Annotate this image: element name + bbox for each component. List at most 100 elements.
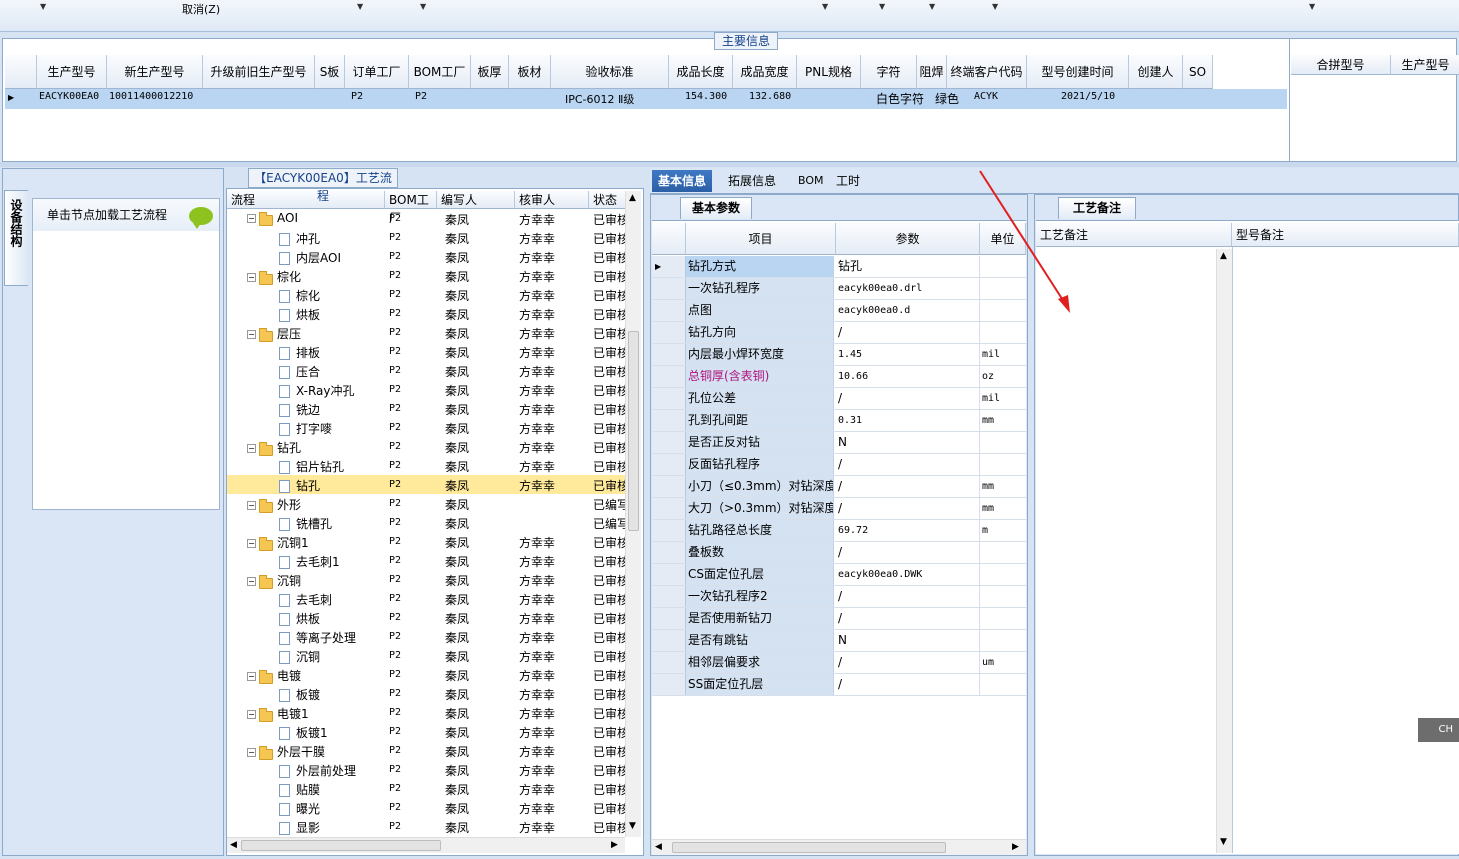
param-row[interactable]: 孔位公差 / mil: [652, 388, 1026, 410]
column-header[interactable]: 终端客户代码: [947, 55, 1027, 89]
row-header[interactable]: [652, 344, 686, 365]
param-value[interactable]: /: [836, 476, 980, 497]
column-header[interactable]: 成品长度: [669, 55, 733, 89]
row-header[interactable]: [652, 432, 686, 453]
scroll-left-icon[interactable]: ◀: [655, 842, 662, 852]
tab-basic-info[interactable]: 基本信息: [652, 170, 713, 192]
row-header[interactable]: [652, 388, 686, 409]
tree-node[interactable]: 压合 P2 秦凤 方幸幸 已审核: [227, 361, 627, 380]
tree-node[interactable]: 曝光 P2 秦凤 方幸幸 已审核: [227, 798, 627, 817]
tree-node[interactable]: 贴膜 P2 秦凤 方幸幸 已审核: [227, 779, 627, 798]
param-row[interactable]: 大刀（>0.3mm）对钻深度 / mm: [652, 498, 1026, 520]
scroll-right-icon[interactable]: ▶: [611, 840, 618, 850]
param-row[interactable]: 是否有跳钻 N: [652, 630, 1026, 652]
row-header[interactable]: [652, 366, 686, 387]
tree-node[interactable]: − 外形 P2 秦凤 已编写: [227, 494, 627, 513]
row-header[interactable]: [652, 674, 686, 695]
param-value[interactable]: N: [836, 630, 980, 651]
param-value[interactable]: /: [836, 608, 980, 629]
row-header[interactable]: [652, 476, 686, 497]
column-header[interactable]: S板: [315, 55, 345, 89]
collapse-icon[interactable]: −: [247, 748, 256, 757]
tree-horizontal-scrollbar[interactable]: ◀ ▶: [227, 837, 625, 853]
dropdown-arrow-icon[interactable]: ▼: [40, 2, 46, 11]
param-row[interactable]: SS面定位孔层 /: [652, 674, 1026, 696]
param-value[interactable]: 10.66: [836, 366, 980, 387]
tree-node[interactable]: 外层前处理 P2 秦凤 方幸幸 已审核: [227, 760, 627, 779]
tree-node[interactable]: 去毛刺1 P2 秦凤 方幸幸 已审核: [227, 551, 627, 570]
param-row[interactable]: 是否正反对钻 N: [652, 432, 1026, 454]
collapse-icon[interactable]: −: [247, 539, 256, 548]
column-header[interactable]: 板材: [509, 55, 551, 89]
param-value[interactable]: eacyk00ea0.d: [836, 300, 980, 321]
collapse-icon[interactable]: −: [247, 501, 256, 510]
param-row[interactable]: 小刀（≤0.3mm）对钻深度 / mm: [652, 476, 1026, 498]
tree-node[interactable]: 铣边 P2 秦凤 方幸幸 已审核: [227, 399, 627, 418]
row-header[interactable]: [652, 498, 686, 519]
column-header-model-remark[interactable]: 型号备注: [1232, 223, 1459, 247]
row-header[interactable]: [652, 278, 686, 299]
tree-node[interactable]: 铝片钻孔 P2 秦凤 方幸幸 已审核: [227, 456, 627, 475]
param-value[interactable]: /: [836, 388, 980, 409]
row-header[interactable]: [652, 410, 686, 431]
collapse-icon[interactable]: −: [247, 330, 256, 339]
param-value[interactable]: 1.45: [836, 344, 980, 365]
tree-node[interactable]: − 外层干膜 P2 秦凤 方幸幸 已审核: [227, 741, 627, 760]
param-value[interactable]: /: [836, 652, 980, 673]
dropdown-arrow-icon[interactable]: ▼: [1309, 2, 1315, 11]
column-header[interactable]: 状态: [589, 191, 627, 209]
row-header[interactable]: [652, 564, 686, 585]
dropdown-arrow-icon[interactable]: ▼: [822, 2, 828, 11]
param-row[interactable]: 是否使用新钻刀 /: [652, 608, 1026, 630]
param-value[interactable]: eacyk00ea0.drl: [836, 278, 980, 299]
param-row[interactable]: 内层最小焊环宽度 1.45 mil: [652, 344, 1026, 366]
column-header[interactable]: BOM工厂: [409, 55, 471, 89]
params-horizontal-scrollbar[interactable]: ◀ ▶: [652, 839, 1026, 855]
column-header[interactable]: 生产型号: [37, 55, 107, 89]
param-value[interactable]: N: [836, 432, 980, 453]
scroll-up-icon[interactable]: ▲: [1220, 251, 1227, 261]
column-header[interactable]: PNL规格: [797, 55, 861, 89]
column-header[interactable]: 核审人: [515, 191, 589, 209]
column-header[interactable]: 成品宽度: [733, 55, 797, 89]
column-header-item[interactable]: 项目: [686, 223, 836, 255]
tree-node[interactable]: 钻孔 P2 秦凤 方幸幸 已审核: [227, 475, 627, 494]
row-header[interactable]: [652, 520, 686, 541]
row-header[interactable]: [652, 630, 686, 651]
param-value[interactable]: 0.31: [836, 410, 980, 431]
tree-node[interactable]: 冲孔 P2 秦凤 方幸幸 已审核: [227, 228, 627, 247]
dropdown-arrow-icon[interactable]: ▼: [420, 2, 426, 11]
column-header[interactable]: 流程: [227, 191, 385, 209]
param-value[interactable]: /: [836, 322, 980, 343]
column-header[interactable]: 新生产型号: [107, 55, 203, 89]
dropdown-arrow-icon[interactable]: ▼: [929, 2, 935, 11]
param-row[interactable]: 反面钻孔程序 /: [652, 454, 1026, 476]
param-row[interactable]: 一次钻孔程序2/: [652, 586, 1026, 608]
tree-node[interactable]: 板镀 P2 秦凤 方幸幸 已审核: [227, 684, 627, 703]
scroll-left-icon[interactable]: ◀: [230, 840, 237, 850]
column-header[interactable]: 升级前旧生产型号: [203, 55, 315, 89]
column-header[interactable]: 合拼型号: [1291, 55, 1391, 75]
column-header[interactable]: 板厚: [471, 55, 509, 89]
remark-vertical-scrollbar[interactable]: ▲ ▼: [1216, 249, 1232, 853]
param-row[interactable]: 孔到孔间距 0.31 mm: [652, 410, 1026, 432]
dropdown-arrow-icon[interactable]: ▼: [992, 2, 998, 11]
param-value[interactable]: /: [836, 498, 980, 519]
scroll-right-icon[interactable]: ▶: [1012, 842, 1019, 852]
row-header[interactable]: [652, 322, 686, 343]
tab-extended-info[interactable]: 拓展信息: [722, 170, 782, 192]
column-header[interactable]: 验收标准: [551, 55, 669, 89]
tree-node[interactable]: X-Ray冲孔 P2 秦凤 方幸幸 已审核: [227, 380, 627, 399]
scroll-down-icon[interactable]: ▼: [1220, 837, 1227, 847]
column-header[interactable]: 创建人: [1129, 55, 1183, 89]
tree-node[interactable]: 板镀1 P2 秦凤 方幸幸 已审核: [227, 722, 627, 741]
param-row[interactable]: 叠板数 /: [652, 542, 1026, 564]
tree-node[interactable]: − 电镀1 P2 秦凤 方幸幸 已审核: [227, 703, 627, 722]
column-header[interactable]: 字符: [861, 55, 917, 89]
tree-node[interactable]: − 钻孔 P2 秦凤 方幸幸 已审核: [227, 437, 627, 456]
tree-node[interactable]: 显影 P2 秦凤 方幸幸 已审核: [227, 817, 627, 836]
tree-node[interactable]: − 层压 P2 秦凤 方幸幸 已审核: [227, 323, 627, 342]
param-value[interactable]: /: [836, 454, 980, 475]
param-value[interactable]: /: [836, 586, 980, 607]
tree-node[interactable]: 排板 P2 秦凤 方幸幸 已审核: [227, 342, 627, 361]
